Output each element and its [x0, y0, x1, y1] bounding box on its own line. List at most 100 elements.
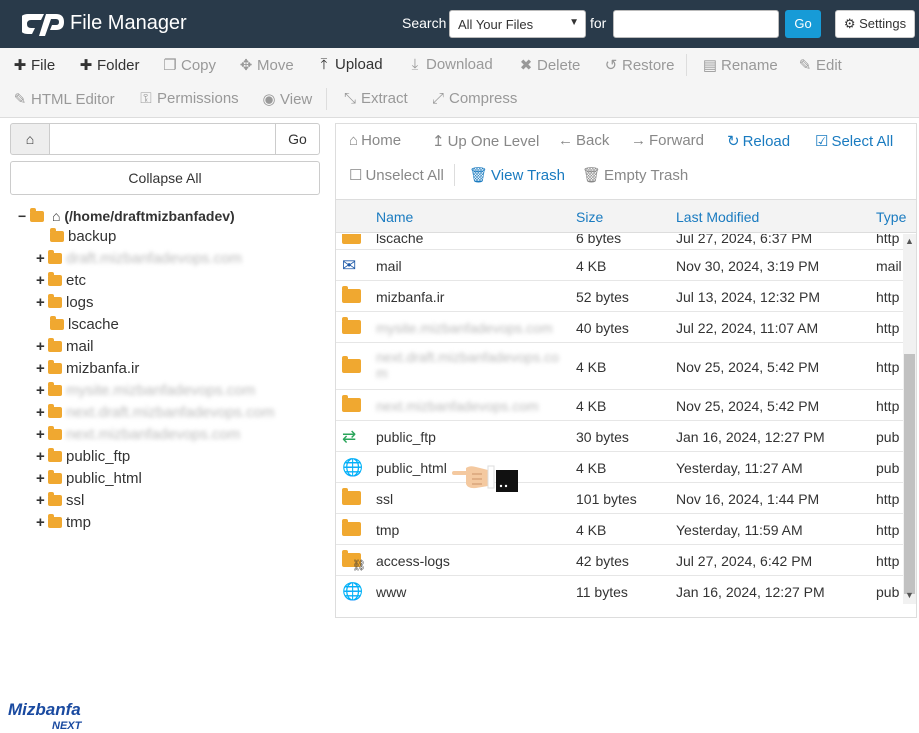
- folder-open-icon: [30, 208, 45, 222]
- tree-item-label: next.mizbanfadevops.com: [66, 426, 241, 443]
- tree-item[interactable]: + tmp: [36, 514, 91, 531]
- reload-button[interactable]: ↻ Reload: [727, 132, 790, 150]
- expand-plus-icon[interactable]: +: [36, 514, 48, 531]
- file-name: access-logs: [376, 552, 450, 569]
- expand-plus-icon[interactable]: +: [36, 426, 48, 443]
- edit-button[interactable]: ✎ Edit: [797, 56, 842, 74]
- tree-item[interactable]: lscache: [36, 316, 119, 333]
- folder-icon: [342, 355, 365, 375]
- move-button[interactable]: ✥ Move: [238, 56, 294, 74]
- settings-button[interactable]: ⚙ Settings: [835, 10, 915, 38]
- action-row-1: ⌂ Home ↥ Up One Level ← Back → Forward ↻ Relo…: [336, 124, 916, 158]
- download-button[interactable]: ⤓ Download: [407, 56, 493, 73]
- folder-icon: [48, 426, 62, 440]
- file-row[interactable]: ⇄ public_ftp 30 bytes Jan 16, 2024, 12:27 P…: [336, 421, 903, 452]
- file-type: http: [876, 521, 900, 538]
- delete-button[interactable]: ✖ Delete: [518, 56, 581, 74]
- column-size-header[interactable]: Size: [576, 209, 603, 225]
- html-editor-button[interactable]: ✎ HTML Editor: [12, 90, 115, 108]
- file-size: 4 KB: [576, 358, 607, 375]
- new-file-button[interactable]: ✚ File: [12, 56, 55, 74]
- file-row[interactable]: next.mizbanfadevops.com 4 KB Nov 25, 2024,…: [336, 390, 903, 421]
- tree-item[interactable]: + mail: [36, 338, 94, 355]
- tree-root[interactable]: − ⌂ (/home/draftmizbanfadev): [18, 208, 235, 224]
- file-size: 6 bytes: [576, 234, 622, 246]
- expand-plus-icon[interactable]: +: [36, 382, 48, 399]
- home-nav-button[interactable]: ⌂ Home: [349, 132, 401, 149]
- empty-trash-button[interactable]: 🗑 Empty Trash: [582, 166, 688, 184]
- cpanel-logo-icon: [22, 14, 64, 36]
- up-one-level-button[interactable]: ↥ Up One Level: [432, 132, 539, 150]
- expand-plus-icon[interactable]: +: [36, 492, 48, 509]
- file-row[interactable]: 🌐 www 11 bytes Jan 16, 2024, 12:27 PM pub: [336, 576, 903, 604]
- tree-item[interactable]: + logs: [36, 294, 94, 311]
- scrollbar-thumb[interactable]: [904, 354, 915, 594]
- tree-item[interactable]: + ssl: [36, 492, 84, 509]
- pointing-hand-icon: [452, 465, 518, 492]
- back-button[interactable]: ← Back: [558, 132, 609, 149]
- search-input[interactable]: [613, 10, 779, 38]
- tree-item[interactable]: + next.draft.mizbanfadevops.com: [36, 404, 274, 421]
- expand-plus-icon[interactable]: +: [36, 294, 48, 311]
- file-row[interactable]: 🌐 public_html 4 KB Yesterday, 11:27 AM pub: [336, 452, 903, 483]
- tree-item-label: mysite.mizbanfadevops.com: [66, 382, 256, 399]
- tree-item[interactable]: + mizbanfa.ir: [36, 360, 139, 377]
- forward-button[interactable]: → Forward: [631, 132, 704, 149]
- expand-plus-icon[interactable]: +: [36, 250, 48, 267]
- expand-plus-icon[interactable]: +: [36, 338, 48, 355]
- scroll-up-icon[interactable]: ▲: [905, 236, 914, 246]
- file-row[interactable]: mysite.mizbanfadevops.com 40 bytes Jul 22,…: [336, 312, 903, 343]
- restore-button[interactable]: ↺ Restore: [603, 56, 675, 74]
- tree-item[interactable]: backup: [36, 228, 116, 245]
- path-input[interactable]: [50, 123, 276, 155]
- file-row[interactable]: next.draft.mizbanfadevops.co m 4 KB Nov 25…: [336, 343, 903, 390]
- file-row[interactable]: ⛓ access-logs 42 bytes Jul 27, 2024, 6:42 P…: [336, 545, 903, 576]
- upload-button[interactable]: ⤒ Upload: [316, 56, 383, 73]
- column-type-header[interactable]: Type: [876, 209, 906, 225]
- copy-button[interactable]: ❐ Copy: [162, 56, 216, 74]
- view-trash-button[interactable]: 🗑 View Trash: [469, 166, 565, 184]
- file-row[interactable]: ssl 101 bytes Nov 16, 2024, 1:44 PM http: [336, 483, 903, 514]
- select-all-button[interactable]: ☑ Select All: [815, 132, 893, 150]
- view-button[interactable]: ◉ View: [261, 90, 312, 108]
- expand-plus-icon[interactable]: +: [36, 470, 48, 487]
- new-folder-button[interactable]: ✚ Folder: [78, 56, 140, 74]
- file-size: 30 bytes: [576, 428, 629, 445]
- vertical-scrollbar[interactable]: ▲ ▼: [903, 234, 916, 604]
- collapse-all-button[interactable]: Collapse All: [10, 161, 320, 195]
- extract-button[interactable]: ⤡ Extract: [342, 90, 408, 107]
- compress-icon: ⤢: [431, 90, 444, 107]
- expand-plus-icon[interactable]: +: [36, 272, 48, 289]
- scroll-down-icon[interactable]: ▼: [905, 590, 914, 600]
- file-grid-header: Name Size Last Modified Type: [336, 199, 916, 233]
- path-go-button[interactable]: Go: [275, 123, 320, 155]
- file-row[interactable]: ✉ mail 4 KB Nov 30, 2024, 3:19 PM mail: [336, 250, 903, 281]
- column-modified-header[interactable]: Last Modified: [676, 209, 759, 225]
- unselect-all-button[interactable]: ☐ Unselect All: [349, 166, 444, 184]
- folder-icon: [342, 316, 365, 336]
- tree-item-label: backup: [68, 228, 117, 245]
- tree-item[interactable]: + mysite.mizbanfadevops.com: [36, 382, 255, 399]
- permissions-button[interactable]: ⚿ Permissions: [138, 90, 238, 107]
- trash-icon: 🗑: [582, 167, 602, 184]
- column-name-header[interactable]: Name: [376, 209, 413, 225]
- file-row[interactable]: mizbanfa.ir 52 bytes Jul 13, 2024, 12:32 P…: [336, 281, 903, 312]
- tree-item[interactable]: + public_html: [36, 470, 142, 487]
- search-scope-select[interactable]: All Your Files ▼: [449, 10, 586, 38]
- tree-item[interactable]: + etc: [36, 272, 86, 289]
- expand-plus-icon[interactable]: +: [36, 404, 48, 421]
- file-row[interactable]: tmp 4 KB Yesterday, 11:59 AM http: [336, 514, 903, 545]
- expand-plus-icon[interactable]: +: [36, 360, 48, 377]
- file-modified: Yesterday, 11:59 AM: [676, 521, 803, 538]
- file-row[interactable]: lscache 6 bytes Jul 27, 2024, 6:37 PM http: [336, 234, 903, 250]
- rename-icon: ▤: [702, 57, 718, 74]
- rename-button[interactable]: ▤ Rename: [702, 56, 778, 74]
- home-button[interactable]: ⌂: [10, 123, 50, 155]
- compress-button[interactable]: ⤢ Compress: [430, 90, 517, 107]
- search-go-button[interactable]: Go: [785, 10, 821, 38]
- folder-icon: [342, 234, 365, 246]
- tree-item[interactable]: + next.mizbanfadevops.com: [36, 426, 240, 443]
- tree-item[interactable]: + draft.mizbanfadevops.com: [36, 250, 242, 267]
- expand-plus-icon[interactable]: +: [36, 448, 48, 465]
- tree-item[interactable]: + public_ftp: [36, 448, 130, 465]
